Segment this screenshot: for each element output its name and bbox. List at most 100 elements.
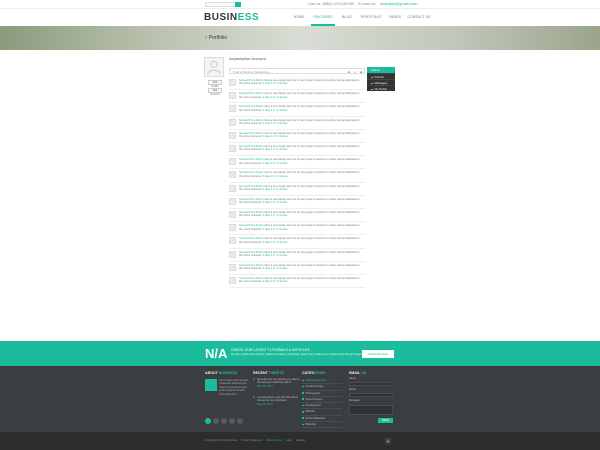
link-icon[interactable]: ◆ <box>360 70 362 74</box>
feed-time: 5 days 1 hr 3 minutes <box>262 95 288 99</box>
feed-item: Samuel Prime Doctor hires a new design t… <box>229 275 365 289</box>
subscribe-button[interactable]: Subscribe Now <box>362 350 394 358</box>
feed-time: 5 days 1 hr 3 minutes <box>262 174 288 178</box>
twitter-icon[interactable] <box>213 418 219 424</box>
search-button[interactable] <box>235 2 241 7</box>
google-plus-icon[interactable] <box>221 418 227 424</box>
page-banner: › Portfolio <box>0 26 600 50</box>
copyright-text: Copyright 2013 by Business <box>205 439 238 442</box>
main-nav: Home Features Blog Portfolio Pages Conta… <box>287 15 431 26</box>
email-link[interactable]: example@gmail.com <box>380 1 417 6</box>
nav-home[interactable]: Home <box>287 15 311 26</box>
footer-link-login[interactable]: Login <box>286 439 292 442</box>
tweet-date[interactable]: May 15, 2013 <box>253 403 301 406</box>
footer: About Business Lorem ipsum dolor sit ame… <box>0 366 600 432</box>
bullet-icon <box>302 411 304 413</box>
feed-avatar[interactable] <box>229 131 236 139</box>
category-label: Search Engine <box>305 397 323 401</box>
menu-item-label: Friends <box>374 75 384 79</box>
feed-time: 5 days 1 hr 3 minutes <box>262 254 288 257</box>
nav-blog[interactable]: Blog <box>335 15 359 26</box>
feed-avatar[interactable] <box>229 92 236 100</box>
feed-text: Samuel Prime Doctor hires a new design t… <box>239 251 363 258</box>
feed-item: Samuel Prime Doctor hires a new design t… <box>229 235 365 249</box>
feed-avatar[interactable] <box>229 277 236 284</box>
footer-email-title: Email Us <box>349 371 366 375</box>
feed-avatar[interactable] <box>229 184 236 192</box>
logo-main: BUSIN <box>204 12 238 23</box>
dribbble-icon[interactable] <box>229 418 235 424</box>
feed-avatar[interactable] <box>229 250 236 258</box>
twitter-bird-icon: ♦ <box>253 395 255 399</box>
email-field[interactable] <box>349 393 393 397</box>
menu-item-profile[interactable]: My Profile <box>367 85 395 91</box>
bullet-icon <box>302 398 304 400</box>
post-input[interactable]: Post a Tweet or Something... ■ ● ◆ <box>229 68 365 74</box>
bullet-icon <box>302 423 304 426</box>
feed-time: 5 days 1 hr 3 minutes <box>262 188 288 191</box>
edit-account-button[interactable]: Edit Account <box>208 88 222 96</box>
location-icon[interactable]: ● <box>354 70 356 74</box>
feed-avatar[interactable] <box>229 171 236 179</box>
logo[interactable]: BUSINESS <box>204 12 259 23</box>
footer-link-register[interactable]: Register <box>296 439 306 442</box>
feed-avatar[interactable] <box>229 145 236 152</box>
profile-avatar[interactable] <box>204 57 224 77</box>
bullet-icon <box>371 82 373 85</box>
chevron-right-icon: › <box>205 35 207 41</box>
feed-text: Samuel Prime Doctor hires a new design t… <box>239 185 363 192</box>
facebook-icon[interactable] <box>205 418 211 424</box>
feed-time: 5 days 1 hr 3 minutes <box>262 108 288 112</box>
feed-avatar[interactable] <box>229 263 236 271</box>
footer-title-text: Categ <box>302 371 315 375</box>
feed-text: Samuel Prime Doctor hires a new design t… <box>239 79 363 86</box>
feed-item: Samuel Prime Doctor hires a new design t… <box>229 103 365 117</box>
cta-banner: N/A Check our latest tutorials & article… <box>0 341 600 366</box>
feed-avatar[interactable] <box>229 197 236 205</box>
feed-time: 5 days 1 hr 3 minutes <box>262 122 288 125</box>
scroll-to-top-button[interactable]: ▲ <box>385 438 391 444</box>
tweet-item: ♦ @envato Are you planning to make a the… <box>253 377 301 388</box>
nav-contact[interactable]: Contact Us <box>407 15 431 26</box>
header: BUSINESS Home Features Blog Portfolio Pa… <box>0 9 600 26</box>
footer-title-accent: Us <box>361 371 367 375</box>
feed-text: Samuel Prime Doctor hires a new design t… <box>239 211 363 218</box>
logo-accent: ESS <box>237 12 260 23</box>
feed-text: Samuel Prime Doctor hires a new design t… <box>239 132 363 139</box>
feed-avatar[interactable] <box>229 105 236 113</box>
nav-pages[interactable]: Pages <box>383 15 407 26</box>
feed-time: 5 days 1 hr 3 minutes <box>262 227 288 231</box>
feed-avatar[interactable] <box>229 158 236 166</box>
menu-item-label: Messages <box>374 81 388 85</box>
message-field[interactable] <box>349 405 393 415</box>
feed-avatar[interactable] <box>229 118 236 126</box>
feed-text: Samuel Prime Doctor hires a new design t… <box>239 277 363 284</box>
category-label: Website <box>305 410 315 414</box>
phone-text: Call us: (888) 1234-56789 <box>308 1 355 6</box>
feed-text: Samuel Prime Doctor hires a new design t… <box>239 264 363 271</box>
rss-icon[interactable] <box>237 418 243 424</box>
footer-link-terms[interactable]: Terms of Use <box>266 439 281 442</box>
feed-item: Samuel Prime Doctor hires a new design t… <box>229 249 365 262</box>
feed-avatar[interactable] <box>229 224 236 232</box>
footer-link-privacy[interactable]: Privacy Statement <box>241 439 262 442</box>
feed-text: Samuel Prime Doctor hires a new design t… <box>239 105 363 112</box>
category-label: Photography <box>305 391 321 395</box>
send-button[interactable]: SEND <box>378 418 393 423</box>
nav-features[interactable]: Features <box>311 15 335 26</box>
name-field[interactable] <box>349 382 393 386</box>
tweet-date[interactable]: May 15, 2013 <box>253 385 301 388</box>
category-list: Web Development Graphic Design Photography… <box>302 378 342 429</box>
category-item[interactable]: Branding <box>302 422 342 429</box>
nav-portfolio[interactable]: Portfolio <box>359 15 383 26</box>
feed-item: Samuel Prime Doctor hires a new design t… <box>229 169 365 183</box>
feed-avatar[interactable] <box>229 211 236 218</box>
feed-text: Samuel Prime Doctor hires a new design t… <box>239 145 363 152</box>
camera-icon[interactable]: ■ <box>348 70 350 74</box>
feed-avatar[interactable] <box>229 79 236 86</box>
feed-item: Samuel Prime Doctor hires a new design t… <box>229 156 365 170</box>
bullet-icon <box>371 88 373 91</box>
edit-profile-button[interactable]: Edit Profile <box>208 80 222 88</box>
footer-categories-title: Categories <box>302 371 326 375</box>
feed-avatar[interactable] <box>229 237 236 245</box>
